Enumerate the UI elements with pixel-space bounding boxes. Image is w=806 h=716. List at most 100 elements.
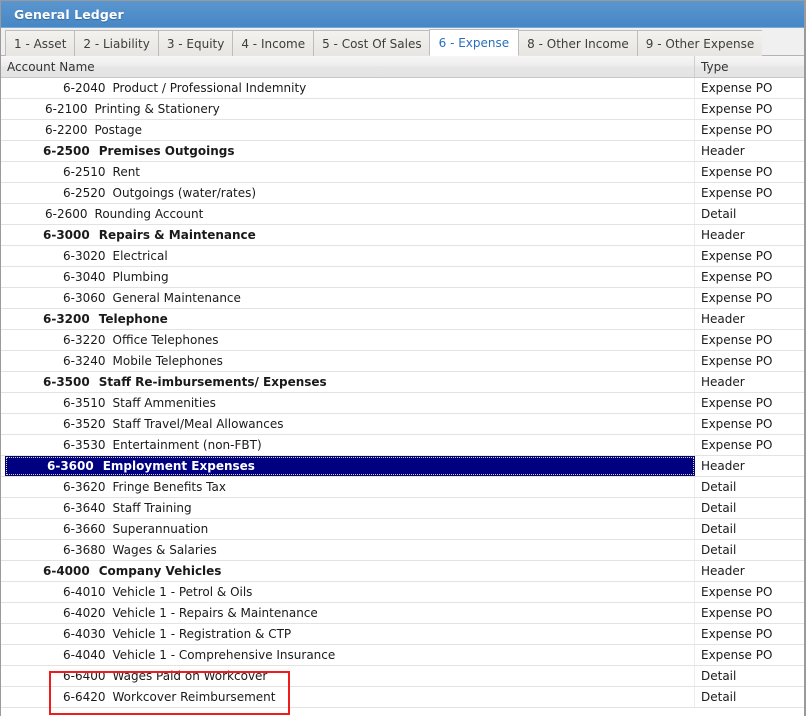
account-code: 6-3680 <box>63 543 106 557</box>
cell-account-name[interactable]: 6-2500Premises Outgoings <box>1 141 695 161</box>
account-name: Product / Professional Indemnity <box>106 81 307 95</box>
table-row[interactable]: 6-4030Vehicle 1 - Registration & CTPExpe… <box>1 624 804 645</box>
cell-account-type: Expense PO <box>695 330 804 350</box>
table-row[interactable]: 6-2500Premises OutgoingsHeader <box>1 141 804 162</box>
table-row[interactable]: 6-3620Fringe Benefits TaxDetail <box>1 477 804 498</box>
table-row[interactable]: 6-3500Staff Re-imbursements/ ExpensesHea… <box>1 372 804 393</box>
grid-column-header: Account Name Type <box>1 56 804 78</box>
tab-6-expense[interactable]: 6 - Expense <box>429 29 520 56</box>
cell-account-name[interactable]: 6-3520Staff Travel/Meal Allowances <box>1 414 695 434</box>
account-name: Staff Ammenities <box>106 396 216 410</box>
cell-account-name[interactable]: 6-3510Staff Ammenities <box>1 393 695 413</box>
tab-5-cost-of-sales[interactable]: 5 - Cost Of Sales <box>313 30 430 56</box>
table-row[interactable]: 6-3060General Maintenance Expense PO <box>1 288 804 309</box>
tab-8-other-income[interactable]: 8 - Other Income <box>518 30 637 56</box>
table-row[interactable]: 6-3680Wages & SalariesDetail <box>1 540 804 561</box>
cell-account-name[interactable]: 6-6420Workcover Reimbursement <box>1 687 695 707</box>
table-row[interactable]: 6-2520Outgoings (water/rates)Expense PO <box>1 183 804 204</box>
table-row[interactable]: 6-3240Mobile TelephonesExpense PO <box>1 351 804 372</box>
account-name: Rounding Account <box>88 207 204 221</box>
cell-account-name[interactable]: 6-3220Office Telephones <box>1 330 695 350</box>
tab-4-income[interactable]: 4 - Income <box>232 30 313 56</box>
table-row[interactable]: 6-2040Product / Professional IndemnityEx… <box>1 78 804 99</box>
table-row[interactable]: 6-3040PlumbingExpense PO <box>1 267 804 288</box>
page-title: General Ledger <box>14 7 124 22</box>
cell-account-name[interactable]: 6-2510Rent <box>1 162 695 182</box>
cell-account-name[interactable]: 6-3200Telephone <box>1 309 695 329</box>
cell-account-name[interactable]: 6-3040Plumbing <box>1 267 695 287</box>
cell-account-type: Detail <box>695 498 804 518</box>
account-name: Office Telephones <box>106 333 219 347</box>
cell-account-name[interactable]: 6-3620Fringe Benefits Tax <box>1 477 695 497</box>
cell-account-name[interactable]: 6-2600Rounding Account <box>1 204 695 224</box>
column-header-account-name[interactable]: Account Name <box>1 56 695 77</box>
cell-account-name[interactable]: 6-3020Electrical <box>1 246 695 266</box>
table-row[interactable]: 6-3000Repairs & MaintenanceHeader <box>1 225 804 246</box>
cell-account-name[interactable]: 6-2040Product / Professional Indemnity <box>1 78 695 98</box>
table-row[interactable]: 6-2600Rounding Account Detail <box>1 204 804 225</box>
account-label: 6-3060General Maintenance <box>5 291 241 305</box>
cell-account-name[interactable]: 6-3060General Maintenance <box>1 288 695 308</box>
table-row[interactable]: 6-3660SuperannuationDetail <box>1 519 804 540</box>
cell-account-name[interactable]: 6-3600Employment Expenses <box>5 456 695 476</box>
cell-account-type: Expense PO <box>695 288 804 308</box>
table-row[interactable]: 6-3510Staff AmmenitiesExpense PO <box>1 393 804 414</box>
account-label: 6-6400Wages Paid on Workcover <box>5 669 267 683</box>
account-label: 6-4010Vehicle 1 - Petrol & Oils <box>5 585 252 599</box>
table-row[interactable]: 6-6400Wages Paid on WorkcoverDetail <box>1 666 804 687</box>
cell-account-name[interactable]: 6-4040Vehicle 1 - Comprehensive Insuranc… <box>1 645 695 665</box>
cell-account-name[interactable]: 6-6400Wages Paid on Workcover <box>1 666 695 686</box>
cell-account-type: Header <box>695 141 804 161</box>
tab-2-liability[interactable]: 2 - Liability <box>74 30 157 56</box>
tab-3-equity[interactable]: 3 - Equity <box>158 30 233 56</box>
cell-account-name[interactable]: 6-4000Company Vehicles <box>1 561 695 581</box>
account-code: 6-3060 <box>63 291 106 305</box>
table-row[interactable]: 6-3530Entertainment (non-FBT)Expense PO <box>1 435 804 456</box>
cell-account-name[interactable]: 6-3000Repairs & Maintenance <box>1 225 695 245</box>
cell-account-name[interactable]: 6-4010Vehicle 1 - Petrol & Oils <box>1 582 695 602</box>
account-label: 6-2600Rounding Account <box>5 207 203 221</box>
tab-9-other-expense[interactable]: 9 - Other Expense <box>637 30 762 56</box>
column-header-type[interactable]: Type <box>695 56 804 77</box>
tab-1-asset[interactable]: 1 - Asset <box>5 30 74 56</box>
table-row[interactable]: 6-3600Employment ExpensesHeader <box>1 456 804 477</box>
table-row[interactable]: 6-2510RentExpense PO <box>1 162 804 183</box>
cell-account-name[interactable]: 6-2520Outgoings (water/rates) <box>1 183 695 203</box>
table-row[interactable]: 6-4010Vehicle 1 - Petrol & OilsExpense P… <box>1 582 804 603</box>
cell-account-name[interactable]: 6-3500Staff Re-imbursements/ Expenses <box>1 372 695 392</box>
cell-account-name[interactable]: 6-2100Printing & Stationery <box>1 99 695 119</box>
cell-account-name[interactable]: 6-3680Wages & Salaries <box>1 540 695 560</box>
account-name: Vehicle 1 - Comprehensive Insurance <box>106 648 336 662</box>
cell-account-type: Expense PO <box>695 120 804 140</box>
table-row[interactable]: 6-4020Vehicle 1 - Repairs & MaintenanceE… <box>1 603 804 624</box>
account-label: 6-3220Office Telephones <box>5 333 219 347</box>
table-row[interactable]: 6-3220Office Telephones Expense PO <box>1 330 804 351</box>
table-row[interactable]: 6-3020ElectricalExpense PO <box>1 246 804 267</box>
account-code: 6-6400 <box>63 669 106 683</box>
cell-account-name[interactable]: 6-2200Postage <box>1 120 695 140</box>
table-row[interactable]: 6-2100Printing & StationeryExpense PO <box>1 99 804 120</box>
table-row[interactable]: 6-2200PostageExpense PO <box>1 120 804 141</box>
account-label: 6-3530Entertainment (non-FBT) <box>5 438 262 452</box>
cell-account-type: Detail <box>695 204 804 224</box>
cell-account-name[interactable]: 6-3240Mobile Telephones <box>1 351 695 371</box>
account-code: 6-3020 <box>63 249 106 263</box>
table-row[interactable]: 6-3200TelephoneHeader <box>1 309 804 330</box>
cell-account-name[interactable]: 6-3530Entertainment (non-FBT) <box>1 435 695 455</box>
cell-account-name[interactable]: 6-4030Vehicle 1 - Registration & CTP <box>1 624 695 644</box>
cell-account-type: Header <box>695 309 804 329</box>
account-label: 6-2510Rent <box>5 165 140 179</box>
table-row[interactable]: 6-4040Vehicle 1 - Comprehensive Insuranc… <box>1 645 804 666</box>
table-row[interactable]: 6-6420Workcover ReimbursementDetail <box>1 687 804 708</box>
cell-account-name[interactable]: 6-3640Staff Training <box>1 498 695 518</box>
table-row[interactable]: 6-3640Staff TrainingDetail <box>1 498 804 519</box>
account-class-tab-strip[interactable]: 1 - Asset2 - Liability3 - Equity4 - Inco… <box>1 28 804 56</box>
table-row[interactable]: 6-4000Company VehiclesHeader <box>1 561 804 582</box>
account-label: 6-3240Mobile Telephones <box>5 354 223 368</box>
cell-account-name[interactable]: 6-3660Superannuation <box>1 519 695 539</box>
cell-account-name[interactable]: 6-4020Vehicle 1 - Repairs & Maintenance <box>1 603 695 623</box>
account-label: 6-3620Fringe Benefits Tax <box>5 480 226 494</box>
account-code: 6-3240 <box>63 354 106 368</box>
cell-account-type: Detail <box>695 687 804 707</box>
table-row[interactable]: 6-3520Staff Travel/Meal AllowancesExpens… <box>1 414 804 435</box>
